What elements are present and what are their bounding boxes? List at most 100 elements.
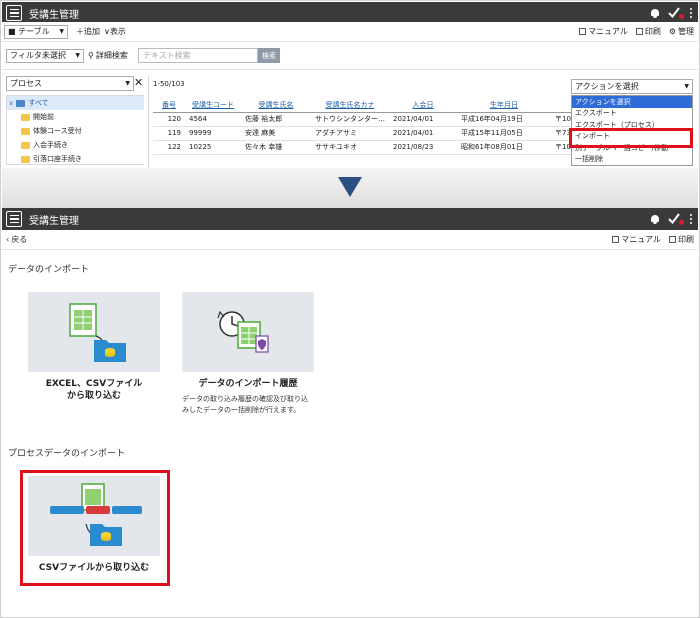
check-icon[interactable] — [668, 7, 684, 19]
gear-icon: ⚙ — [668, 27, 676, 36]
table-cell: 99999 — [185, 126, 241, 141]
tree-item[interactable]: 引落口座手続き — [7, 152, 144, 166]
process-tree: プロセス ▼ ✕ ∨ すべて 開始前 体験コース受付 入会手続き 引落口座手続き — [6, 76, 144, 168]
back-label: 戻る — [11, 235, 28, 244]
import-history-card[interactable]: データのインポート履歴 データの取り込み履歴の確認及び取り込みしたデータの一括削… — [182, 292, 314, 416]
chevron-down-icon: ∨ — [9, 99, 14, 107]
print-label: 印刷 — [678, 235, 694, 244]
tree-item-label: 体験コース受付 — [33, 127, 82, 135]
table-row[interactable]: 120 4564 佐藤 裕太郎 サトウシンタンター… 2021/04/01 平成… — [153, 112, 591, 127]
app-title: 受講生管理 — [29, 9, 79, 21]
table-cell: 平成15年11月05日 — [457, 126, 551, 141]
dropdown-item[interactable]: 一括削除 — [572, 154, 692, 166]
column-header[interactable]: 生年月日 — [457, 98, 551, 113]
folder-icon — [16, 99, 26, 107]
detail-search-button[interactable]: ⚲ 詳細検索 — [88, 50, 128, 61]
column-header[interactable]: 受講生氏名 — [241, 98, 311, 113]
spreadsheet-icon — [69, 303, 126, 362]
action-select-label: アクションを選択 — [575, 82, 639, 91]
top-screen: ■ テーブル ▼ ＋追加 ∨表示 マニュアル 印刷 ⚙ 管理 フィルタ未選択 ▼ ⚲ 詳… — [2, 22, 698, 168]
column-header[interactable]: 受講生コード — [185, 98, 241, 113]
card-tile — [28, 292, 160, 372]
search-input[interactable]: テキスト検索 — [137, 48, 258, 63]
table-cell: 昭和61年08月01日 — [457, 140, 551, 155]
print-link[interactable]: 印刷 — [635, 26, 661, 37]
printer-icon — [635, 28, 643, 35]
kebab-icon[interactable] — [690, 214, 692, 224]
top-toolbar: ■ テーブル ▼ ＋追加 ∨表示 マニュアル 印刷 ⚙ 管理 — [2, 22, 698, 42]
filter-select[interactable]: フィルタ未選択 ▼ — [6, 48, 84, 63]
process-select-label: プロセス — [10, 79, 42, 88]
section-title-import: データのインポート — [8, 265, 90, 275]
chevron-left-icon: ‹ — [6, 235, 10, 244]
csv-import-highlight-box — [20, 470, 170, 586]
manual-link[interactable]: マニュアル — [612, 234, 661, 245]
close-icon[interactable]: ✕ — [134, 76, 143, 89]
card-description: データの取り込み履歴の確認及び取り込みしたデータの一括削除が行えます。 — [182, 395, 308, 414]
manage-link[interactable]: ⚙ 管理 — [669, 26, 694, 37]
manual-label: マニュアル — [621, 235, 661, 244]
folder-icon — [21, 155, 30, 163]
column-header[interactable]: 受講生氏名カナ — [311, 98, 389, 113]
import-highlight-box — [569, 128, 693, 148]
dropdown-item[interactable]: エクスポート — [572, 108, 692, 120]
view-select-label: ■ テーブル — [8, 27, 50, 36]
tree-item[interactable]: 体験コース受付 — [7, 124, 144, 138]
tree-item-label: 入会手続き — [33, 141, 68, 149]
menu-icon[interactable] — [6, 5, 22, 21]
record-table: 番号 受講生コード 受講生氏名 受講生氏名カナ 入会日 生年月日 120 456… — [153, 98, 591, 155]
record-table-area: 1-50/103 アクションを選択 ▼ 番号 受講生コード 受講生氏名 受講生氏名… — [148, 76, 698, 168]
table-row[interactable]: 119 99999 安達 麻美 アダチアサミ 2021/04/01 平成15年1… — [153, 126, 591, 141]
manual-label: マニュアル — [588, 27, 628, 36]
bottom-screen: ‹ 戻る マニュアル 印刷 データのインポート EXCEL、CSVファイル から取… — [2, 230, 698, 616]
tree-list: ∨ すべて 開始前 体験コース受付 入会手続き 引落口座手続き — [6, 95, 144, 165]
kebab-icon[interactable] — [690, 8, 692, 18]
top-app-bar: 受講生管理 — [2, 2, 698, 24]
table-cell: 2021/04/01 — [389, 112, 457, 127]
tree-item[interactable]: 入会手続き — [7, 138, 144, 152]
process-select[interactable]: プロセス ▼ — [6, 76, 134, 91]
table-cell: 2021/08/23 — [389, 140, 457, 155]
add-button[interactable]: ＋追加 — [76, 26, 100, 37]
record-count: 1-50/103 — [153, 80, 185, 88]
check-icon[interactable] — [668, 213, 684, 225]
filter-bar: フィルタ未選択 ▼ ⚲ 詳細検索 テキスト検索 検索 — [2, 42, 698, 70]
action-select[interactable]: アクションを選択 ▼ — [571, 79, 693, 94]
tree-item-label: 開始前 — [33, 113, 54, 121]
column-header[interactable]: 番号 — [153, 98, 185, 113]
tree-item[interactable]: 開始前 — [7, 110, 144, 124]
tree-item-label: 引落口座手続き — [33, 155, 82, 163]
column-header[interactable]: 入会日 — [389, 98, 457, 113]
folder-icon — [21, 141, 30, 149]
back-button[interactable]: ‹ 戻る — [6, 234, 27, 245]
folder-icon — [21, 113, 30, 121]
search-icon: ⚲ — [88, 51, 94, 60]
display-button[interactable]: ∨表示 — [104, 26, 126, 37]
book-icon — [579, 28, 587, 35]
excel-csv-import-card[interactable]: EXCEL、CSVファイル から取り込む — [28, 292, 160, 402]
manual-link[interactable]: マニュアル — [579, 26, 628, 37]
filter-select-label: フィルタ未選択 — [10, 51, 66, 60]
dropdown-item[interactable]: アクションを選択 — [572, 96, 692, 108]
manage-label: 管理 — [678, 27, 694, 36]
card-tile — [182, 292, 314, 372]
table-cell: ササキユキオ — [311, 140, 389, 155]
table-cell: 平成16年04月19日 — [457, 112, 551, 127]
table-cell: アダチアサミ — [311, 126, 389, 141]
print-label: 印刷 — [644, 27, 661, 36]
tree-item-all[interactable]: ∨ すべて — [7, 96, 144, 110]
bell-icon[interactable] — [650, 8, 660, 19]
printer-icon — [669, 236, 676, 243]
table-row[interactable]: 122 10225 佐々木 幸雄 ササキユキオ 2021/08/23 昭和61年… — [153, 140, 591, 155]
menu-icon[interactable] — [6, 211, 22, 227]
card-title: EXCEL、CSVファイル から取り込む — [45, 379, 143, 401]
bottom-app-bar: 受講生管理 — [2, 208, 698, 230]
table-cell: 4564 — [185, 112, 241, 127]
view-select[interactable]: ■ テーブル ▼ — [4, 24, 68, 39]
bell-icon[interactable] — [650, 214, 660, 225]
print-link[interactable]: 印刷 — [669, 234, 694, 245]
search-button[interactable]: 検索 — [257, 48, 280, 63]
table-cell: 佐藤 裕太郎 — [241, 112, 311, 127]
app-title: 受講生管理 — [29, 215, 79, 227]
table-cell: 120 — [153, 112, 185, 127]
